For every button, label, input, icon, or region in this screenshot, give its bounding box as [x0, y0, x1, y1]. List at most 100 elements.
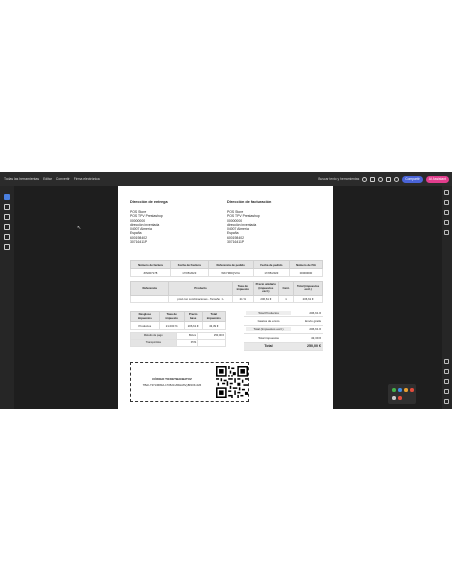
tax-breakdown-table: Desglose impuestos Tasa de impuesto Prec… [130, 310, 227, 331]
table-cell: #IN007178 [129, 268, 172, 277]
left-toolbar [0, 186, 14, 409]
table-cell [129, 294, 170, 304]
zoom-in-icon[interactable] [444, 399, 449, 404]
table-header: Precio base [183, 310, 203, 323]
menubar-right: Buscar texto y herramientas Compartir AI… [318, 172, 449, 186]
totals-row: Total (Impuestos excl.) 206,61 € [244, 326, 323, 335]
draw-tool-icon[interactable] [4, 224, 10, 230]
table-cell: 206,61 € [183, 321, 203, 331]
pdf-viewer-app: Todas las herramientas Editar Convertir … [0, 172, 452, 409]
export-icon[interactable] [444, 190, 449, 195]
more-tools-icon[interactable] [444, 230, 449, 235]
zoom-tool-icon[interactable] [4, 204, 10, 210]
table-cell: 17/05/2023 [252, 268, 290, 277]
table-cell: 1 [277, 294, 295, 304]
table-header: Total (impuestos excl.) [293, 281, 323, 296]
invoice-info-table: Número de factura Fecha de Factura Refer… [129, 260, 324, 277]
totals-row: Total Productos 206,61 € [244, 309, 323, 318]
table-cell: Productos [130, 321, 160, 331]
shipping-line: POS TPV Prestashop [130, 214, 163, 219]
shipping-address-title: Dirección de entrega [130, 200, 168, 204]
payment-amount: 250,00 € [197, 332, 226, 340]
quick-tool-icon[interactable] [392, 388, 396, 392]
menu-esign[interactable]: Firma electrónica [74, 177, 100, 181]
search-icon[interactable] [362, 176, 368, 182]
share-button[interactable]: Compartir [402, 175, 423, 183]
table-header: Tasa de impuesto [231, 281, 254, 296]
billing-line: POS TPV Prestashop [227, 214, 260, 219]
document-page: Dirección de entrega POS Store POS TPV P… [118, 186, 333, 409]
floating-quick-tools [388, 384, 416, 404]
shipping-line: 30716411P [130, 240, 148, 245]
quick-tool-icon[interactable] [398, 396, 402, 400]
totals-label: Total Productos [246, 310, 291, 315]
edit-icon[interactable] [444, 210, 449, 215]
table-header: Producto [168, 281, 233, 296]
notification-icon[interactable] [370, 176, 376, 182]
table-cell: 206,61 € [252, 294, 279, 304]
quick-tool-icon[interactable] [404, 388, 408, 392]
totals-value: 206,61 € [309, 327, 321, 332]
table-header: Tasa de impuesto [158, 310, 185, 323]
select-tool-icon[interactable] [4, 194, 10, 200]
ai-assistant-button[interactable]: AI Assistant [425, 175, 449, 183]
table-cell: WKYMDQVXA [207, 268, 254, 277]
menu-edit[interactable]: Editar [43, 177, 52, 181]
totals-row: Total impuestos 43,39 € [244, 334, 323, 343]
ticketbai-code: TBAI-73713680A-170523-ZRHA6VyBNOK-026 [142, 383, 202, 387]
menu-convert[interactable]: Convertir [56, 177, 70, 181]
table-row: #IN007178 17/05/2023 WKYMDQVXA 17/05/202… [129, 268, 324, 277]
totals-value: 206,61 € [309, 310, 321, 315]
totals-box: Total Productos 206,61 € Gastos de envío… [244, 309, 323, 351]
page-number-icon[interactable] [444, 369, 449, 374]
quick-tool-icon[interactable] [410, 388, 414, 392]
refresh-icon[interactable] [444, 389, 449, 394]
quick-tool-icon[interactable] [392, 396, 396, 400]
shipping-address: POS Store POS TPV Prestashop 00000000 di… [130, 210, 163, 244]
comment-tool-icon[interactable] [4, 214, 10, 220]
comment-icon[interactable] [444, 200, 449, 205]
table-header: Precio unidario (impuestos excl.) [252, 281, 279, 296]
grand-total-label: Total [264, 344, 273, 349]
page-up-icon[interactable] [444, 359, 449, 364]
payment-method-value: Bizum [175, 332, 199, 340]
text-tool-icon[interactable] [4, 234, 10, 240]
table-header: Cant. [277, 281, 295, 296]
sign-tool-icon[interactable] [4, 244, 10, 250]
table-cell: 00000000 [288, 268, 324, 277]
right-toolbar [442, 186, 452, 409]
totals-label: Total (Impuestos excl.) [246, 327, 291, 332]
page-down-icon[interactable] [444, 379, 449, 384]
table-row: prod con combinaciones - Tamaño : L 21 %… [129, 294, 323, 304]
menu-all-tools[interactable]: Todas las herramientas [4, 177, 39, 181]
table-header: Fecha de pedido [252, 260, 290, 269]
grand-total-value: 250,00 € [307, 344, 321, 349]
items-table: Referencia Producto Tasa de impuesto Pre… [129, 281, 323, 304]
mouse-cursor-icon: ↖ [77, 225, 82, 231]
quick-tool-icon[interactable] [398, 388, 402, 392]
table-cell: 17/05/2023 [170, 268, 209, 277]
help-icon[interactable] [378, 176, 384, 182]
totals-label: Gastos de envío [257, 319, 280, 324]
apps-icon[interactable] [386, 176, 392, 182]
ticketbai-box: CÓDIGO TICKETBAI/BATUZ TBAI-73713680A-17… [130, 362, 249, 402]
grand-total-row: Total 250,00 € [244, 342, 323, 351]
carrier-amount [197, 338, 226, 347]
organize-icon[interactable] [444, 220, 449, 225]
table-row: Método de pago Bizum 250,00 € [130, 332, 226, 340]
top-menubar: Todas las herramientas Editar Convertir … [0, 172, 452, 186]
table-header: Número de IVA [288, 260, 324, 269]
table-cell: 43,39 € [201, 321, 227, 331]
carrier-label: Transportista [130, 338, 177, 347]
table-header: Total impuestos [201, 310, 227, 323]
carrier-value: POS [175, 338, 199, 347]
qr-code-icon [216, 366, 248, 398]
search-text[interactable]: Buscar texto y herramientas [318, 177, 359, 181]
totals-row: Gastos de envío Envío gratis [244, 317, 323, 326]
table-header: Número de factura [129, 260, 172, 269]
totals-value: 43,39 € [310, 335, 321, 340]
account-icon[interactable] [394, 176, 400, 182]
table-header: Referencia de pedido [207, 260, 254, 269]
ticketbai-title: CÓDIGO TICKETBAI/BATUZ [152, 377, 192, 381]
billing-address: POS Store POS TPV Prestashop 00000000 di… [227, 210, 260, 244]
